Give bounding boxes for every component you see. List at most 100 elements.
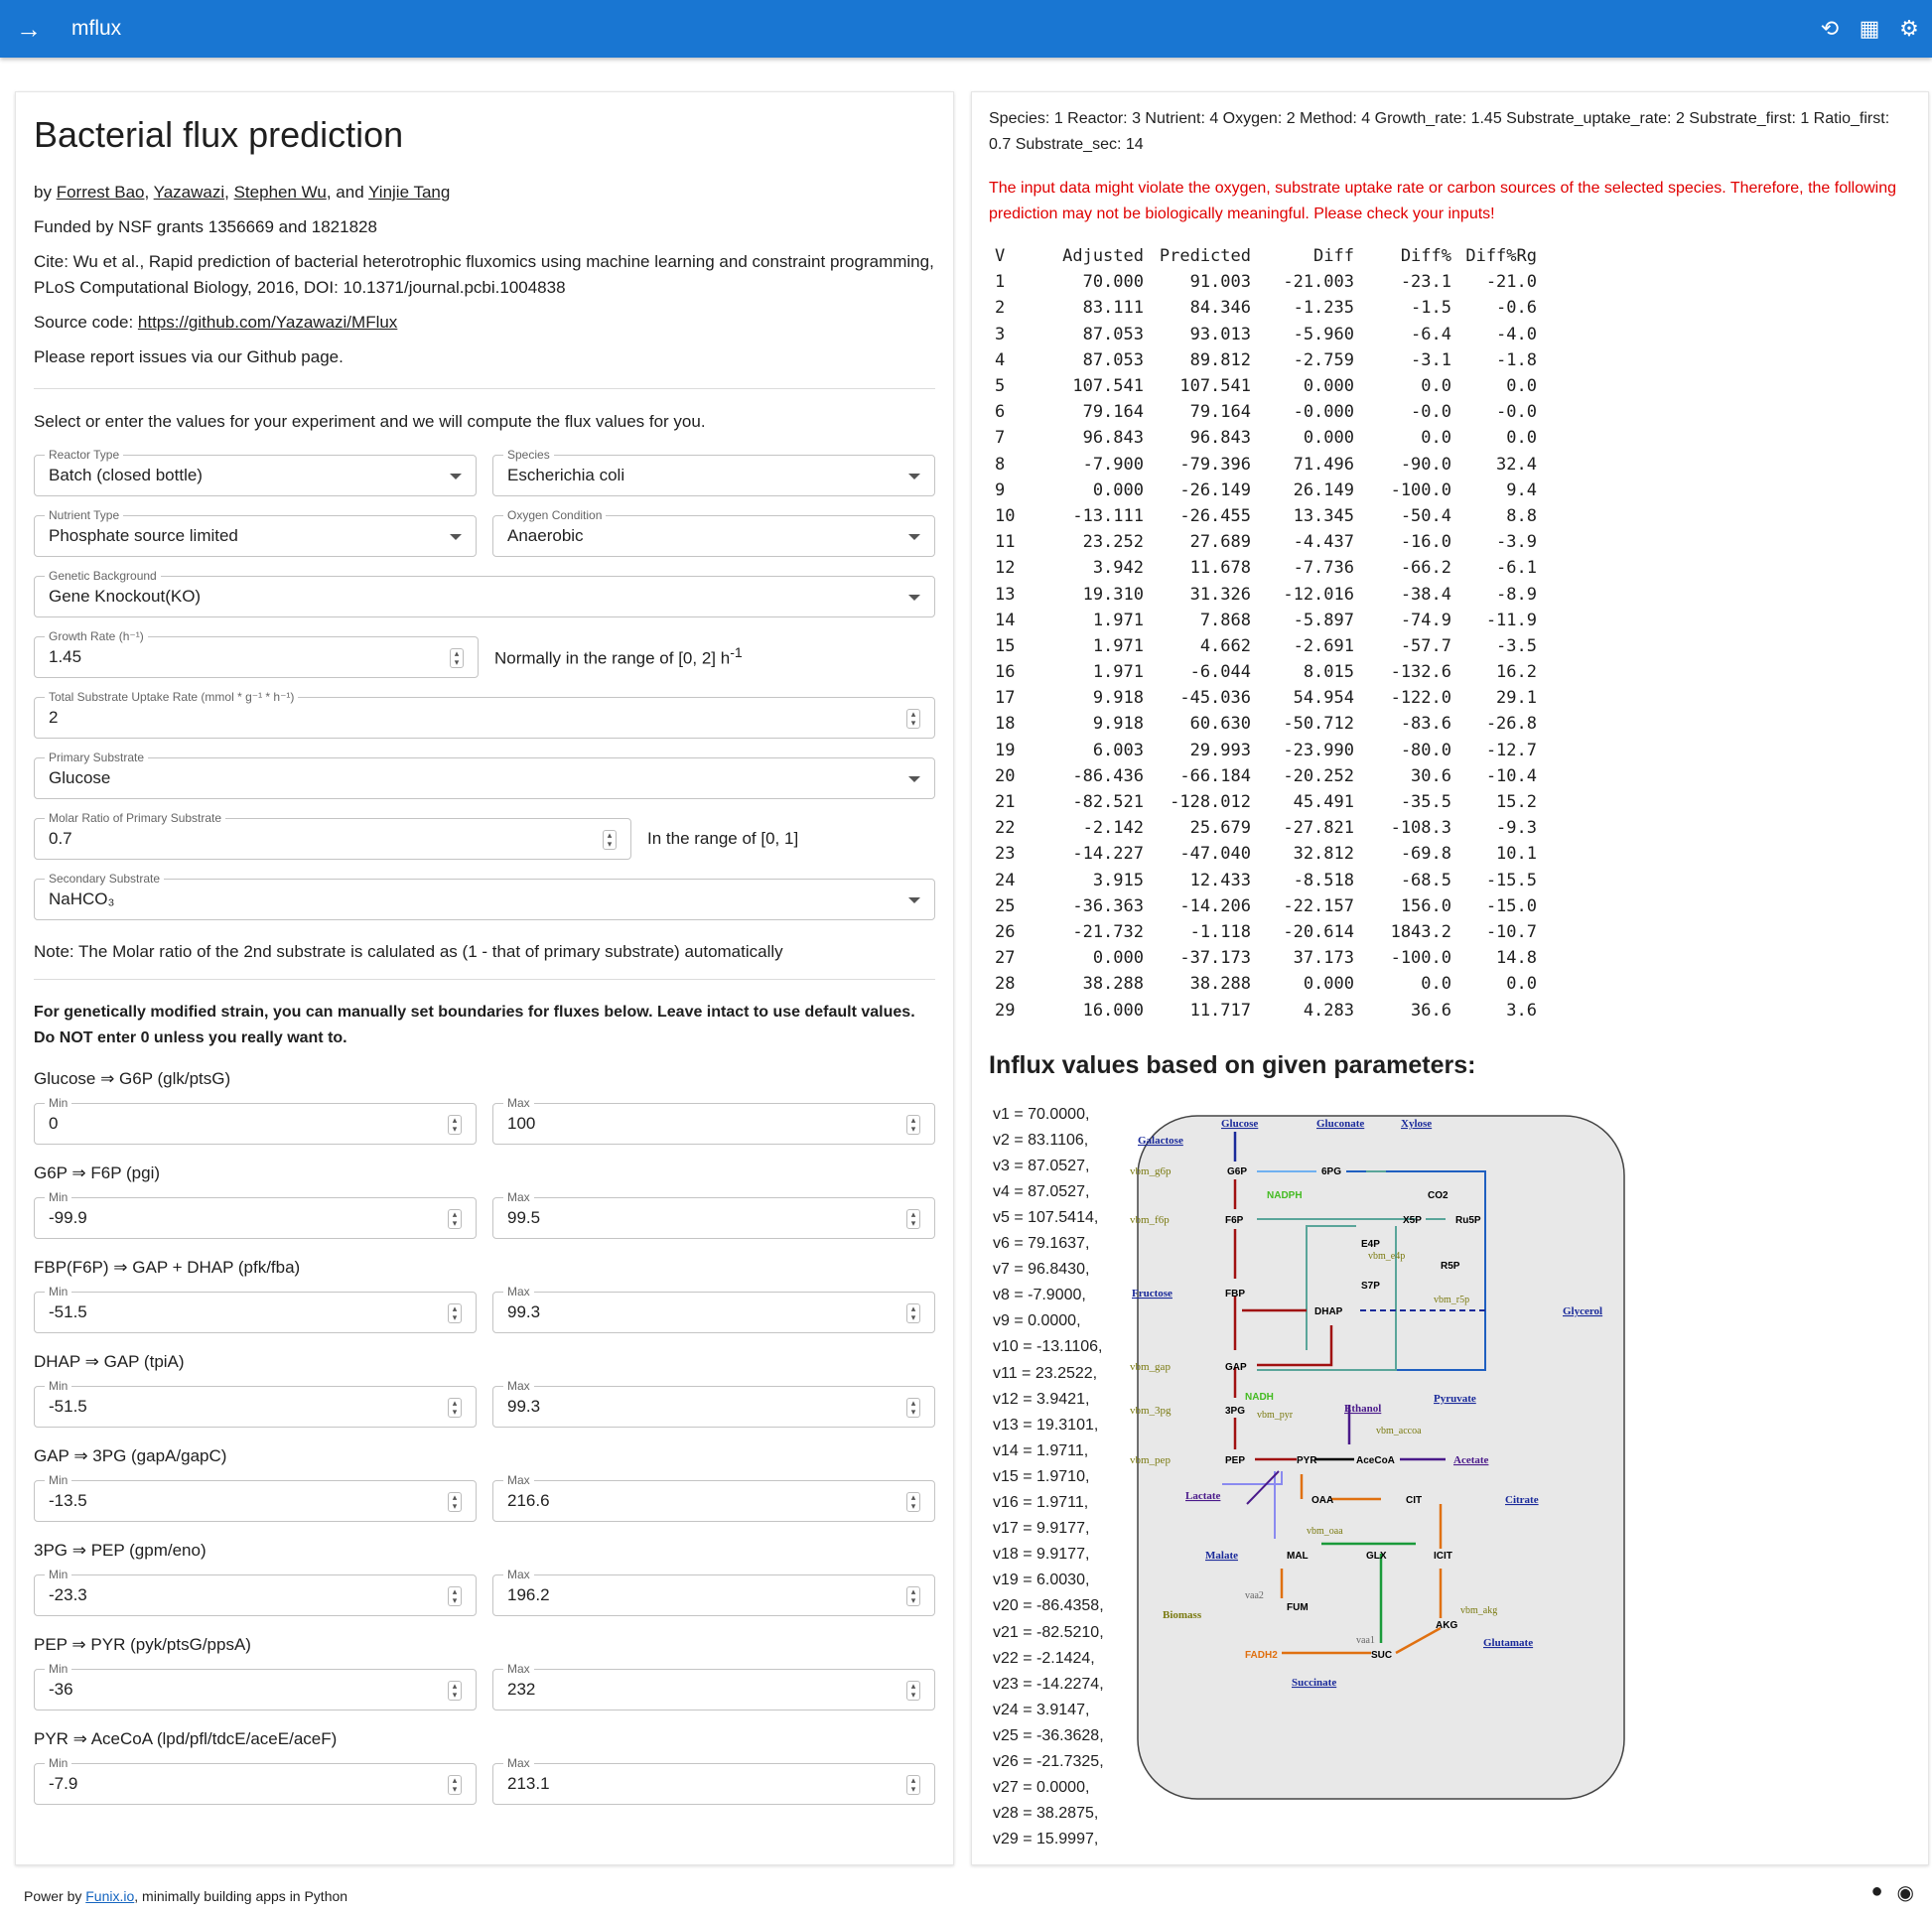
table-row: 4 87.053 89.812 -2.759 -3.1 -1.8 (995, 347, 1537, 373)
flux-min-input[interactable]: Min -51.5 ▴ ▾ (34, 1379, 477, 1428)
author-sep: , and (326, 183, 369, 202)
label-gap: GAP (1225, 1362, 1247, 1373)
field-label: Max (503, 1096, 534, 1110)
stepper-icon[interactable]: ▴ ▾ (906, 1209, 920, 1229)
label-nadh: NADH (1245, 1392, 1274, 1403)
secondary-substrate-select[interactable]: Secondary Substrate NaHCO₃ (34, 872, 935, 920)
table-cell: 91.003 (1189, 272, 1251, 293)
table-cell: 9.4 (1506, 479, 1537, 500)
flux-min-input[interactable]: Min -13.5 ▴ ▾ (34, 1473, 477, 1522)
stepper-icon[interactable]: ▴ ▾ (448, 1303, 462, 1323)
table-cell: 45.491 (1293, 792, 1354, 813)
molar-ratio-input[interactable]: Molar Ratio of Primary Substrate 0.7 ▴ ▾ (34, 811, 631, 860)
flux-min-input[interactable]: Min -51.5 ▴ ▾ (34, 1285, 477, 1333)
influx-value: v15 = 1.9710, (993, 1467, 1090, 1485)
substrate-uptake-input[interactable]: Total Substrate Uptake Rate (mmol * g⁻¹ … (34, 690, 935, 739)
flux-max-input[interactable]: Max 216.6 ▴ ▾ (492, 1473, 935, 1522)
flux-max-input[interactable]: Max 196.2 ▴ ▾ (492, 1568, 935, 1616)
stepper-icon[interactable]: ▴ ▾ (906, 709, 920, 729)
author-link-2[interactable]: Yazawazi (154, 183, 225, 202)
history-icon[interactable]: ⟲ (1817, 16, 1843, 42)
table-cell: -13.111 (1072, 505, 1144, 526)
stepper-icon[interactable]: ▴ ▾ (906, 1115, 920, 1135)
flux-max-input[interactable]: Max 100 ▴ ▾ (492, 1096, 935, 1145)
stepper-icon[interactable]: ▴ ▾ (448, 1586, 462, 1606)
field-value: -99.9 (49, 1208, 87, 1227)
table-cell: -128.012 (1170, 792, 1251, 813)
flux-max-input[interactable]: Max 99.3 ▴ ▾ (492, 1379, 935, 1428)
table-cell: -79.396 (1179, 454, 1251, 475)
reactor-type-select[interactable]: Reactor Type Batch (closed bottle) (34, 448, 477, 496)
stepper-icon[interactable]: ▴ ▾ (448, 1115, 462, 1135)
author-link-1[interactable]: Forrest Bao (57, 183, 145, 202)
gear-icon[interactable]: ⚙ (1896, 16, 1922, 42)
table-cell: -74.9 (1400, 610, 1451, 630)
flux-max-input[interactable]: Max 232 ▴ ▾ (492, 1662, 935, 1710)
table-cell: -2.142 (1082, 818, 1144, 839)
table-cell: 14 (995, 610, 1016, 630)
primary-substrate-select[interactable]: Primary Substrate Glucose (34, 751, 935, 799)
github-icon[interactable]: ● (1870, 1880, 1882, 1905)
calendar-icon[interactable]: ▦ (1857, 16, 1882, 42)
flux-max-input[interactable]: Max 213.1 ▴ ▾ (492, 1756, 935, 1805)
label-gluconate: Gluconate (1316, 1118, 1364, 1130)
oxygen-condition-select[interactable]: Oxygen Condition Anaerobic (492, 508, 935, 557)
author-link-4[interactable]: Yinjie Tang (368, 183, 450, 202)
cite-text: Cite: Wu et al., Rapid prediction of bac… (34, 252, 934, 297)
influx-value: v29 = 15.9997, (993, 1831, 1099, 1848)
col-header: Diff%Rg (1465, 246, 1537, 267)
genetic-background-select[interactable]: Genetic Background Gene Knockout(KO) (34, 569, 935, 617)
table-row: 12 3.942 11.678 -7.736 -66.2 -6.1 (995, 555, 1537, 581)
stepper-icon[interactable]: ▴ ▾ (448, 1209, 462, 1229)
author-link-3[interactable]: Stephen Wu (234, 183, 327, 202)
flux-max-input[interactable]: Max 99.3 ▴ ▾ (492, 1285, 935, 1333)
table-cell: -1.8 (1496, 349, 1537, 370)
table-cell: -80.0 (1400, 740, 1451, 760)
label-lactate: Lactate (1185, 1490, 1221, 1502)
flux-min-input[interactable]: Min -99.9 ▴ ▾ (34, 1190, 477, 1239)
discord-icon[interactable]: ◉ (1897, 1880, 1914, 1905)
table-cell: -2.691 (1293, 635, 1354, 656)
stepper-icon[interactable]: ▴ ▾ (450, 648, 464, 668)
funix-link[interactable]: Funix.io (85, 1888, 134, 1904)
stepper-icon[interactable]: ▴ ▾ (906, 1681, 920, 1701)
nutrient-type-select[interactable]: Nutrient Type Phosphate source limited (34, 508, 477, 557)
flux-min-input[interactable]: Min 0 ▴ ▾ (34, 1096, 477, 1145)
stepper-icon[interactable]: ▴ ▾ (906, 1775, 920, 1795)
stepper-icon[interactable]: ▴ ▾ (906, 1303, 920, 1323)
label-r5p: R5P (1441, 1261, 1460, 1272)
label-fructose: Fructose (1132, 1288, 1173, 1299)
field-label: Min (45, 1379, 72, 1393)
stepper-icon[interactable]: ▴ ▾ (448, 1492, 462, 1512)
table-cell: -86.436 (1072, 765, 1144, 786)
flux-max-input[interactable]: Max 99.5 ▴ ▾ (492, 1190, 935, 1239)
flux-min-input[interactable]: Min -23.3 ▴ ▾ (34, 1568, 477, 1616)
stepper-icon[interactable]: ▴ ▾ (448, 1775, 462, 1795)
table-cell: 30.6 (1411, 765, 1451, 786)
flux-min-input[interactable]: Min -36 ▴ ▾ (34, 1662, 477, 1710)
growth-rate-input[interactable]: Growth Rate (h⁻¹) 1.45 ▴ ▾ (34, 629, 479, 678)
table-cell: -1.5 (1411, 298, 1451, 319)
table-row: 16 1.971 -6.044 8.015 -132.6 16.2 (995, 659, 1537, 685)
flux-bound-name: G6P ⇒ F6P (pgi) (34, 1163, 161, 1182)
stepper-icon[interactable]: ▴ ▾ (906, 1586, 920, 1606)
arrow-right-icon[interactable]: → (0, 0, 58, 58)
species-select[interactable]: Species Escherichia coli (492, 448, 935, 496)
source-code-link[interactable]: https://github.com/Yazawazi/MFlux (138, 313, 397, 332)
stepper-icon[interactable]: ▴ ▾ (906, 1492, 920, 1512)
field-value: 99.5 (507, 1208, 541, 1227)
flux-min-input[interactable]: Min -7.9 ▴ ▾ (34, 1756, 477, 1805)
stepper-icon[interactable]: ▴ ▾ (448, 1681, 462, 1701)
influx-value: v17 = 9.9177, (993, 1520, 1090, 1538)
table-row: 24 3.915 12.433 -8.518 -68.5 -15.5 (995, 868, 1537, 893)
stepper-icon[interactable]: ▴ ▾ (448, 1398, 462, 1418)
table-cell: 0.0 (1506, 376, 1537, 397)
flux-bound-group: PYR ⇒ AceCoA (lpd/pfl/tdcE/aceE/aceF) Min… (34, 1729, 935, 1805)
field-label: Secondary Substrate (45, 872, 165, 886)
table-cell: -4.437 (1293, 532, 1354, 553)
table-cell: 8.8 (1506, 505, 1537, 526)
table-cell: -15.0 (1485, 895, 1537, 916)
stepper-icon[interactable]: ▴ ▾ (603, 830, 617, 850)
stepper-icon[interactable]: ▴ ▾ (906, 1398, 920, 1418)
table-cell: -100.0 (1390, 479, 1451, 500)
